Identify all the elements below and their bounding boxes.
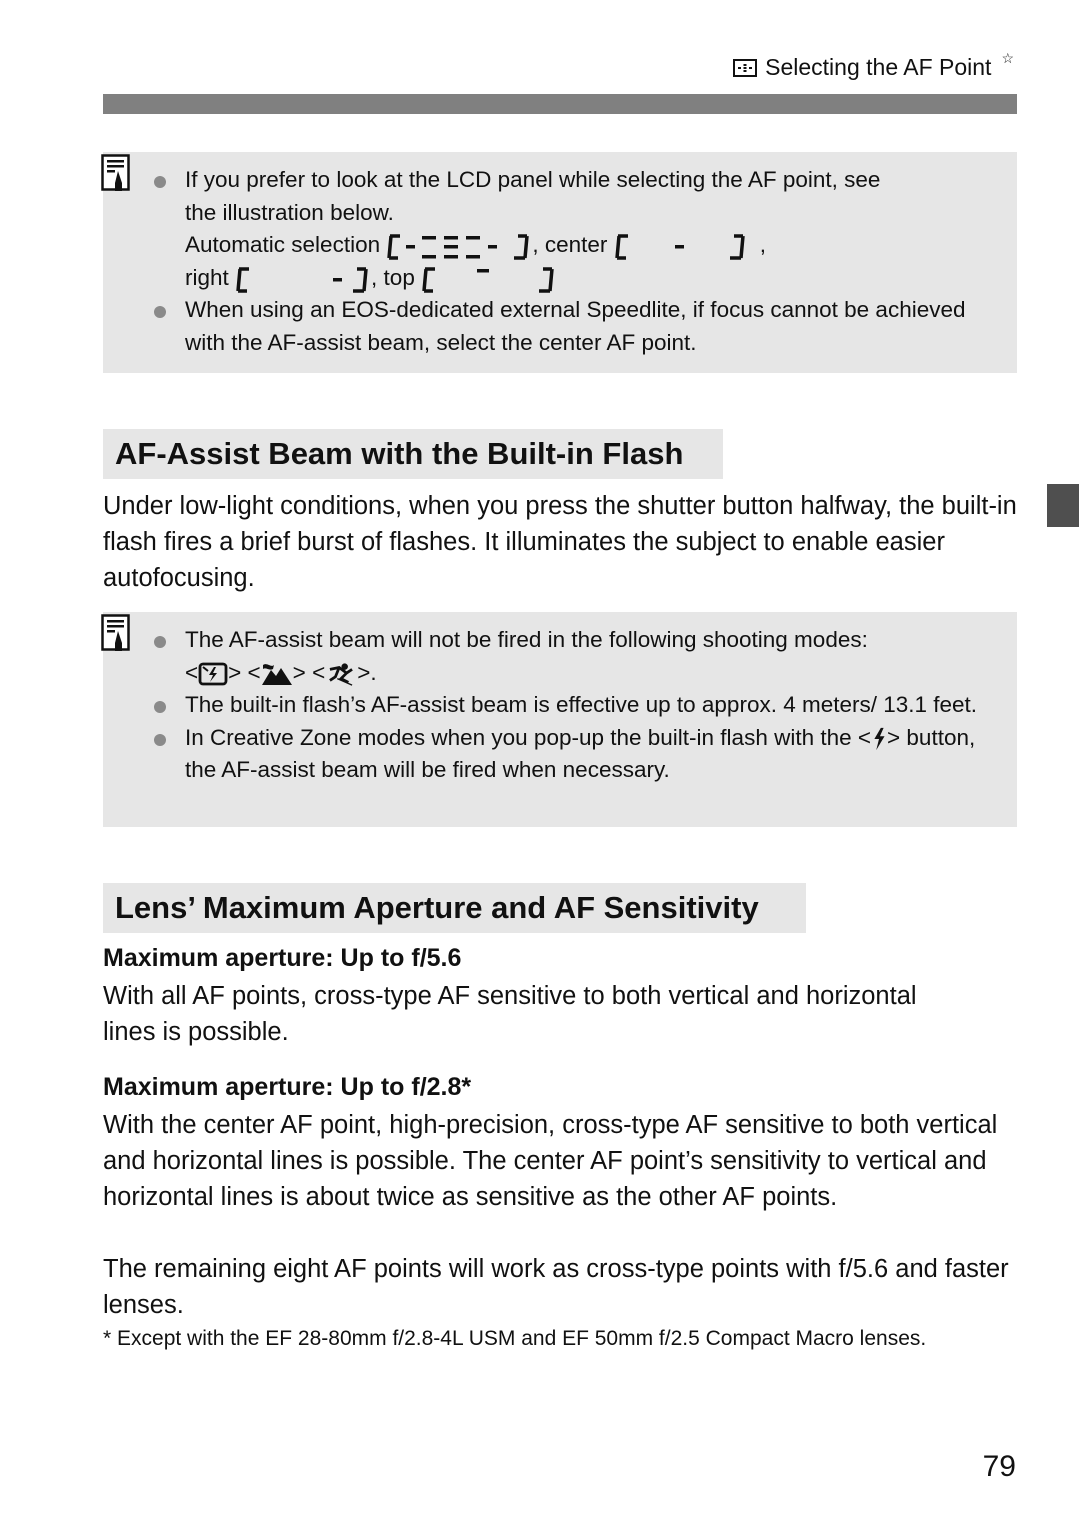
- note-box-lcd: If you prefer to look at the LCD panel w…: [101, 152, 1017, 373]
- landscape-mode-icon: [261, 663, 292, 685]
- subheading: Maximum aperture: Up to f/2.8*: [103, 1073, 472, 1101]
- note-pencil-icon: [101, 154, 130, 191]
- subheading: Maximum aperture: Up to f/5.6: [103, 944, 462, 972]
- note-bullet: The built-in flash’s AF-assist beam is e…: [154, 689, 997, 722]
- note-box-af-assist: The AF-assist beam will not be fired in …: [101, 612, 1017, 827]
- header-divider: [103, 94, 1017, 114]
- footnote: * Except with the EF 28-80mm f/2.8-4L US…: [103, 1327, 927, 1350]
- lcd-center-icon: [614, 234, 745, 260]
- advanced-marker-icon: ☆: [1001, 50, 1014, 66]
- note-bullet: The AF-assist beam will not be fired in …: [154, 624, 997, 689]
- page-number: 79: [982, 1450, 1016, 1483]
- chapter-tab: [1047, 484, 1079, 527]
- auto-selection-label: Automatic selection: [185, 232, 381, 257]
- note-bullet: When using an EOS-dedicated external Spe…: [154, 294, 997, 359]
- sports-mode-icon: [329, 662, 354, 686]
- section-body: With all AF points, cross-type AF sensit…: [103, 982, 917, 1046]
- right-label: right: [185, 264, 229, 290]
- note-bullet: If you prefer to look at the LCD panel w…: [154, 164, 997, 294]
- section-body: The remaining eight AF points will work …: [103, 1255, 1009, 1319]
- header-title: Selecting the AF Point: [765, 54, 992, 80]
- section-body: With the center AF point, high-precision…: [103, 1111, 998, 1211]
- note-bullet: In Creative Zone modes when you pop-up t…: [154, 722, 997, 787]
- note-pencil-icon: [101, 614, 130, 651]
- section-title: Lens’ Maximum Aperture and AF Sensitivit…: [103, 883, 806, 933]
- lcd-top-icon: [422, 266, 554, 293]
- flash-off-mode-icon: [198, 662, 228, 685]
- lcd-right-icon: [236, 266, 368, 293]
- flash-button-icon: [874, 727, 885, 750]
- lcd-automatic-selection-icon: [387, 234, 530, 260]
- section-body: Under low-light conditions, when you pre…: [103, 492, 1017, 592]
- page-header: Selecting the AF Point ☆: [733, 50, 1014, 81]
- section-title: AF-Assist Beam with the Built-in Flash: [103, 429, 723, 479]
- af-point-selection-icon: [733, 58, 758, 77]
